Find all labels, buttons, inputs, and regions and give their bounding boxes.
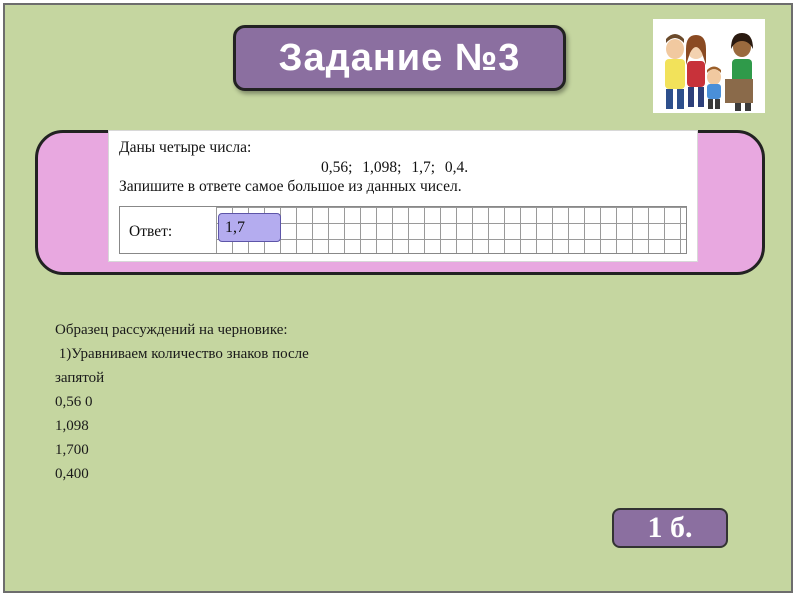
family-illustration	[665, 33, 753, 111]
answer-grid	[119, 206, 687, 254]
family-icon	[653, 19, 765, 113]
score-button[interactable]: 1 б.	[612, 508, 728, 548]
answer-value: 1,7	[218, 213, 281, 242]
task-card: Даны четыре числа: 0,56; 1,098; 1,7; 0,4…	[108, 130, 698, 262]
work-line: 0,400	[55, 466, 89, 482]
task-title: Задание №3	[233, 25, 566, 91]
task-numbers: 0,56; 1,098; 1,7; 0,4.	[321, 159, 469, 176]
work-line: 1)Уравниваем количество знаков после	[55, 346, 309, 362]
work-line: запятой	[55, 370, 105, 386]
task-instruction: Запишите в ответе самое большое из данны…	[119, 178, 462, 195]
work-notes: Образец рассуждений на черновике: 1)Урав…	[55, 318, 435, 486]
task-statement: Даны четыре числа:	[119, 139, 252, 156]
work-line: 1,700	[55, 442, 89, 458]
slide: Задание №3	[3, 3, 793, 593]
work-line: 1,098	[55, 418, 89, 434]
work-line: Образец рассуждений на черновике:	[55, 322, 288, 338]
answer-label: Ответ:	[129, 223, 173, 240]
work-line: 0,56 0	[55, 394, 93, 410]
